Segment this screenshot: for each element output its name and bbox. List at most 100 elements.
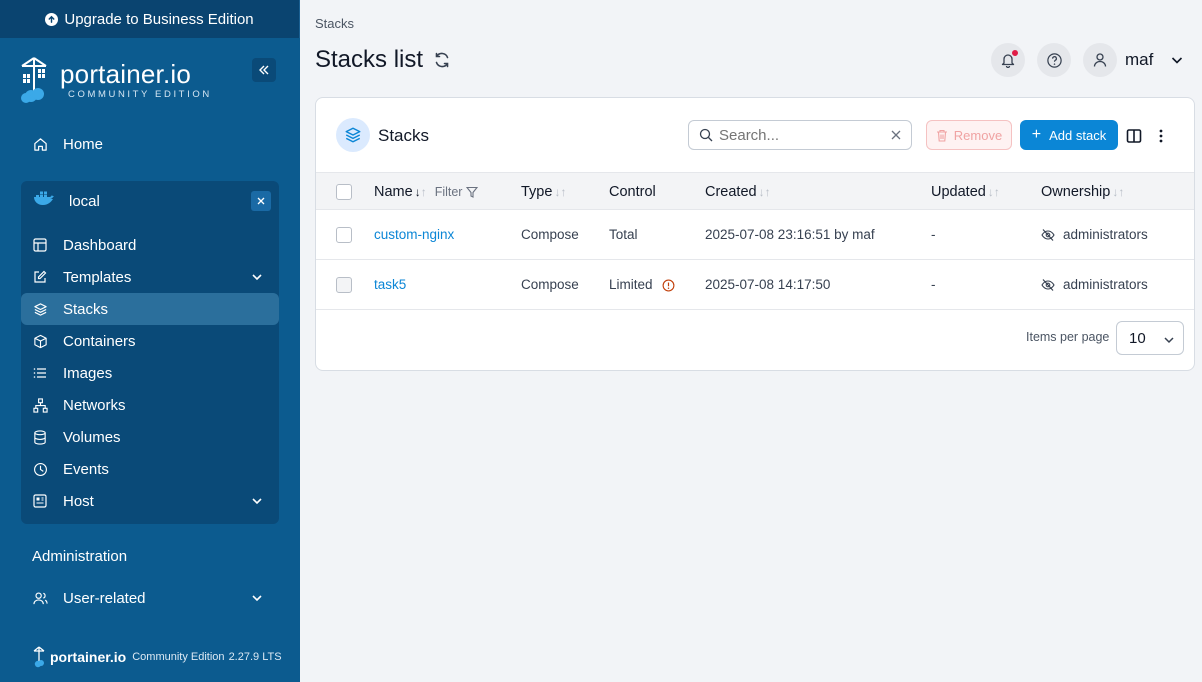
sidebar-item-label: Events	[63, 460, 109, 478]
help-button[interactable]	[1037, 43, 1071, 77]
user-menu-button[interactable]	[1083, 43, 1117, 77]
logo-subtitle: COMMUNITY EDITION	[68, 88, 212, 100]
edit-icon	[32, 269, 48, 285]
select-all-checkbox[interactable]	[336, 184, 352, 200]
filter-icon[interactable]	[466, 186, 479, 198]
sidebar-item-events[interactable]: Events	[21, 453, 279, 485]
sidebar-item-volumes[interactable]: Volumes	[21, 421, 279, 453]
upgrade-label: Upgrade to Business Edition	[64, 10, 254, 28]
stack-name-link[interactable]: custom-nginx	[374, 227, 454, 242]
refresh-icon	[435, 52, 449, 68]
items-per-page-value: 10	[1129, 329, 1146, 347]
filter-label[interactable]: Filter	[435, 185, 463, 199]
sidebar: Upgrade to Business Edition portainer.io…	[0, 0, 300, 682]
table-header: Name ↓↑ Filter Type ↓↑ Control Created ↓…	[316, 172, 1194, 210]
close-environment-button[interactable]	[251, 191, 271, 211]
column-type-label: Type	[521, 184, 553, 200]
footer-brand: portainer.io	[50, 649, 127, 665]
page-title-text: Stacks list	[315, 46, 424, 73]
sidebar-item-label: Home	[63, 135, 104, 153]
sidebar-item-label: Templates	[63, 268, 132, 286]
close-icon	[891, 130, 901, 140]
environment-name: local	[69, 192, 100, 210]
column-control: Control	[609, 184, 656, 200]
column-created-label: Created	[705, 184, 757, 200]
remove-button[interactable]: Remove	[926, 120, 1012, 150]
sidebar-item-label: User-related	[63, 589, 146, 607]
table-row[interactable]: task5 Compose Limited 2025-07-08 14:17:5…	[316, 260, 1194, 310]
sidebar-item-user-related[interactable]: User-related	[21, 582, 279, 614]
row-checkbox[interactable]	[336, 227, 352, 243]
column-type[interactable]: Type ↓↑	[521, 184, 566, 200]
items-per-page-select[interactable]: 10	[1116, 321, 1184, 355]
sidebar-item-images[interactable]: Images	[21, 357, 279, 389]
breadcrumb: Stacks	[315, 16, 355, 31]
chevron-down-icon[interactable]	[1170, 53, 1184, 72]
username[interactable]: maf	[1125, 50, 1153, 70]
column-updated-label: Updated	[931, 184, 986, 200]
table-row[interactable]: custom-nginx Compose Total 2025-07-08 23…	[316, 210, 1194, 260]
notifications-button[interactable]	[991, 43, 1025, 77]
stack-created: 2025-07-08 23:16:51 by maf	[705, 227, 875, 242]
card-title: Stacks	[378, 126, 430, 145]
columns-icon	[1126, 129, 1142, 143]
collapse-sidebar-button[interactable]	[252, 58, 276, 82]
sidebar-item-templates[interactable]: Templates	[21, 261, 279, 293]
clear-search-button[interactable]	[891, 127, 901, 143]
stack-name-link[interactable]: task5	[374, 277, 406, 292]
column-ownership[interactable]: Ownership ↓↑	[1041, 184, 1124, 200]
portainer-logo[interactable]: portainer.io COMMUNITY EDITION	[18, 56, 212, 104]
sidebar-item-home[interactable]: Home	[21, 128, 279, 160]
items-per-page-label: Items per page	[1026, 330, 1110, 344]
arrow-up-circle-icon	[45, 12, 59, 26]
columns-toggle-button[interactable]	[1126, 128, 1142, 149]
sidebar-item-containers[interactable]: Containers	[21, 325, 279, 357]
help-circle-icon	[1046, 52, 1062, 68]
row-checkbox[interactable]	[336, 277, 352, 293]
sidebar-item-dashboard[interactable]: Dashboard	[21, 229, 279, 261]
chevron-down-icon	[251, 591, 263, 608]
search-input[interactable]	[719, 126, 879, 144]
administration-heading: Administration	[32, 548, 128, 565]
sidebar-item-stacks[interactable]: Stacks	[21, 293, 279, 325]
sidebar-item-networks[interactable]: Networks	[21, 389, 279, 421]
refresh-button[interactable]	[433, 51, 451, 69]
sidebar-item-host[interactable]: Host	[21, 485, 279, 517]
footer-version: 2.27.9 LTS	[228, 651, 282, 663]
clock-icon	[32, 461, 48, 477]
column-updated[interactable]: Updated ↓↑	[931, 184, 1000, 200]
stack-control: Limited	[609, 277, 675, 292]
sidebar-item-label: Networks	[63, 396, 126, 414]
search-icon	[699, 128, 713, 142]
sidebar-item-label: Volumes	[63, 428, 121, 446]
column-created[interactable]: Created ↓↑	[705, 184, 771, 200]
chevron-down-icon	[251, 494, 263, 511]
more-vertical-icon	[1159, 129, 1163, 143]
portainer-logo-icon	[33, 646, 45, 668]
stack-updated: -	[931, 277, 936, 292]
stacks-card: Stacks Remove + Add stack Name ↓↑ Filter	[315, 97, 1195, 371]
chevron-down-icon	[251, 270, 263, 287]
sidebar-item-label: Dashboard	[63, 236, 137, 254]
remove-label: Remove	[953, 127, 1003, 143]
chevron-down-icon	[1163, 333, 1175, 350]
sidebar-footer: portainer.io Community Edition 2.27.9 LT…	[32, 646, 282, 668]
ownership-label: administrators	[1063, 277, 1148, 292]
trash-icon	[936, 129, 947, 142]
database-icon	[32, 429, 48, 445]
ownership-label: administrators	[1063, 227, 1148, 242]
notification-badge	[1012, 50, 1018, 56]
upgrade-banner[interactable]: Upgrade to Business Edition	[0, 0, 300, 38]
layers-icon	[32, 301, 48, 317]
box-icon	[32, 333, 48, 349]
environment-header: local	[21, 181, 279, 221]
network-icon	[32, 397, 48, 413]
add-stack-label: Add stack	[1049, 127, 1107, 143]
more-options-button[interactable]	[1156, 128, 1166, 149]
eye-off-icon	[1041, 278, 1055, 291]
add-stack-button[interactable]: + Add stack	[1020, 120, 1118, 150]
user-icon	[1093, 53, 1107, 67]
sort-arrows-icon: ↓↑	[758, 185, 771, 199]
portainer-logo-icon	[21, 57, 47, 103]
column-name[interactable]: Name ↓↑ Filter	[374, 184, 479, 200]
